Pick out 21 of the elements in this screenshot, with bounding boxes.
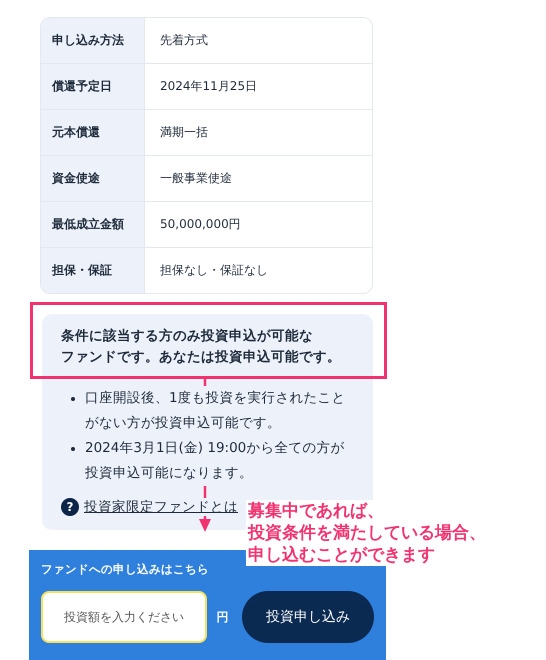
callout-text: 募集中であれば、 投資条件を満たしている場合、 申し込むことができます (246, 500, 488, 566)
row-value: 担保なし・保証なし (159, 262, 268, 279)
apply-title: ファンドへの申し込みはこちら (41, 562, 210, 577)
row-label: 資金使途 (41, 156, 145, 201)
row-label: 元本償還 (41, 110, 145, 155)
help-icon: ? (61, 498, 79, 516)
row-value: 一般事業使途 (159, 170, 232, 187)
row-label: 申し込み方法 (41, 18, 145, 63)
amount-field[interactable]: 投資額を入力ください (41, 591, 208, 643)
row-label: 最低成立金額 (41, 202, 145, 247)
bullet-text: 2024年3月1日(金) 19:00から全ての方が投資申込可能になります。 (85, 436, 347, 486)
unit-label: 円 (216, 608, 228, 626)
row-value: 満期一括 (159, 124, 208, 141)
row-label: 償還予定日 (41, 64, 145, 109)
row-value: 2024年11月25日 (159, 78, 258, 95)
notice-heading: 条件に該当する方のみ投資申込が可能な ファンドです。あなたは投資申込可能です。 (61, 327, 341, 367)
info-link[interactable]: 投資家限定ファンドとは (84, 498, 238, 516)
row-value: 先着方式 (159, 32, 208, 49)
row-label: 担保・保証 (41, 248, 145, 293)
row-value: 50,000,000円 (159, 216, 241, 233)
apply-button[interactable]: 投資申し込み (242, 591, 374, 643)
